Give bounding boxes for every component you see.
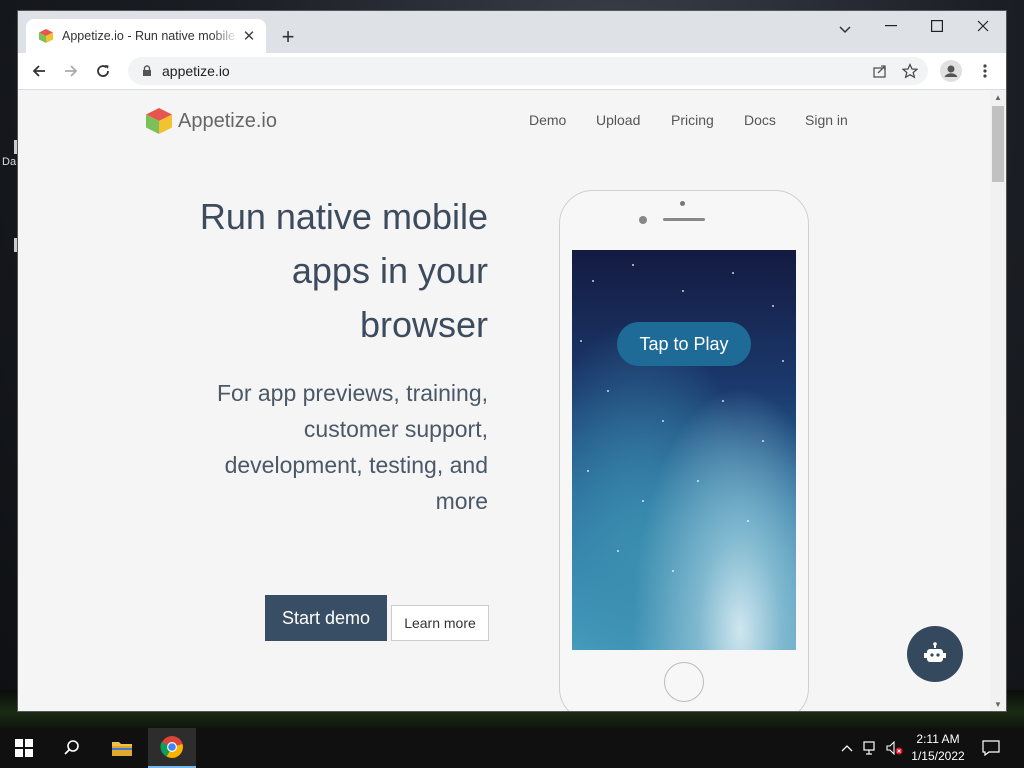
system-clock[interactable]: 2:11 AM 1/15/2022: [900, 731, 976, 765]
tab-strip: Appetize.io - Run native mobile apps in …: [18, 11, 1006, 53]
maximize-button[interactable]: [914, 11, 960, 41]
menu-kebab-icon[interactable]: [972, 58, 998, 84]
tab-search-chevron-icon[interactable]: [822, 15, 868, 45]
search-button[interactable]: [48, 728, 96, 768]
reload-icon[interactable]: [90, 58, 116, 84]
brand-name: Appetize.io: [178, 109, 277, 132]
tab-title: Appetize.io - Run native mobile apps in …: [62, 29, 238, 43]
browser-window: Appetize.io - Run native mobile apps in …: [18, 11, 1006, 711]
address-bar[interactable]: appetize.io: [128, 57, 928, 85]
desktop-icon-fragment: [14, 140, 17, 154]
share-icon[interactable]: [870, 61, 890, 81]
nav-docs[interactable]: Docs: [744, 112, 776, 128]
appetize-favicon-icon: [39, 29, 53, 43]
scroll-thumb[interactable]: [992, 106, 1004, 182]
chrome-taskbar-button[interactable]: [148, 728, 196, 768]
clock-time: 2:11 AM: [916, 732, 960, 746]
nav-sign-in[interactable]: Sign in: [805, 112, 848, 128]
hero-headline-line: browser: [359, 304, 488, 345]
phone-mockup: Tap to Play: [559, 190, 809, 711]
page-viewport: Appetize.io Demo Upload Pricing Docs Sig…: [18, 90, 990, 711]
folder-icon: [112, 742, 132, 756]
hero-subheadline-line: more: [435, 488, 488, 514]
forward-arrow-icon[interactable]: [58, 58, 84, 84]
network-icon[interactable]: [862, 740, 880, 756]
phone-home-button: [664, 662, 704, 702]
tab-close-icon[interactable]: ✕: [240, 27, 258, 45]
start-demo-button[interactable]: Start demo: [265, 595, 387, 641]
browser-toolbar: appetize.io: [18, 53, 1006, 90]
phone-screen[interactable]: Tap to Play: [572, 250, 796, 650]
nav-pricing[interactable]: Pricing: [671, 112, 714, 128]
close-window-button[interactable]: [960, 11, 1006, 41]
lock-icon: [143, 65, 151, 76]
start-button[interactable]: [0, 728, 48, 768]
hero-subheadline-line: customer support,: [303, 416, 488, 442]
search-icon: [64, 740, 79, 755]
phone-camera: [680, 201, 685, 206]
phone-speaker: [663, 218, 705, 221]
tab-appetize[interactable]: Appetize.io - Run native mobile apps in …: [26, 19, 266, 53]
hero-headline-line: Run native mobile: [199, 196, 488, 237]
url-text: appetize.io: [162, 63, 230, 79]
scroll-up-arrow-icon[interactable]: ▲: [990, 90, 1006, 104]
show-hidden-icons-chevron-icon[interactable]: [838, 740, 856, 756]
appetize-logo-icon: [146, 108, 172, 134]
clock-date: 1/15/2022: [911, 749, 965, 763]
notifications-icon[interactable]: [982, 740, 1000, 756]
learn-more-button[interactable]: Learn more: [391, 605, 489, 641]
hero-headline-line: apps in your: [291, 250, 488, 291]
new-tab-button[interactable]: +: [276, 24, 300, 49]
taskbar: 2:11 AM 1/15/2022: [0, 728, 1024, 768]
hero-subheadline-line: development, testing, and: [224, 452, 488, 478]
desktop-icon-label: Da: [2, 156, 17, 168]
chat-bot-icon[interactable]: [907, 626, 963, 682]
chrome-icon: [160, 736, 183, 758]
tap-to-play-button[interactable]: Tap to Play: [617, 322, 751, 366]
file-explorer-button[interactable]: [98, 728, 146, 768]
nav-upload[interactable]: Upload: [596, 112, 640, 128]
minimize-button[interactable]: [868, 11, 914, 41]
brand-logo[interactable]: Appetize.io: [144, 106, 277, 136]
desktop-icon-fragment: [14, 238, 17, 252]
hero-subheadline: For app previews, training, customer sup…: [168, 375, 488, 519]
windows-logo-icon: [15, 739, 33, 757]
hero-subheadline-line: For app previews, training,: [216, 380, 488, 406]
back-arrow-icon[interactable]: [26, 58, 52, 84]
profile-avatar-icon[interactable]: [938, 58, 964, 84]
page-scrollbar[interactable]: ▲ ▼: [990, 90, 1006, 711]
bookmark-star-icon[interactable]: [900, 61, 920, 81]
phone-sensor: [639, 216, 647, 224]
scroll-down-arrow-icon[interactable]: ▼: [990, 697, 1006, 711]
hero-headline: Run native mobile apps in your browser: [148, 190, 488, 352]
nav-demo[interactable]: Demo: [529, 112, 566, 128]
